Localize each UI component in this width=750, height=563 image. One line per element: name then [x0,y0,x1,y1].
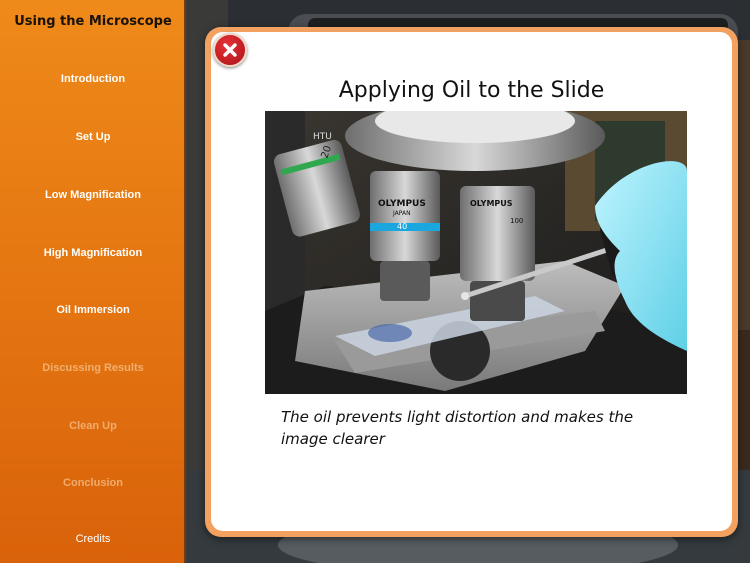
sidebar-title: Using the Microscope [14,14,172,29]
microscope-brand-text: HTU [313,132,332,142]
photo-caption: The oil prevents light distortion and ma… [281,408,634,448]
sidebar: Using the Microscope Introduction Set Up… [0,0,186,563]
sidebar-item-clean-up: Clean Up [69,420,117,432]
sidebar-item-oil-immersion[interactable]: Oil Immersion [0,304,186,316]
modal-title: Applying Oil to the Slide [338,78,605,103]
sidebar-item-set-up[interactable]: Set Up [0,131,186,143]
sidebar-item-conclusion: Conclusion [63,477,123,489]
objective-100-brand: OLYMPUS [470,199,513,208]
modal-dialog: Applying Oil to the Slide 20 OLYMPUS JAP… [205,27,738,537]
objective-100-mag: 100 [510,217,523,225]
sidebar-item-introduction[interactable]: Introduction [0,73,186,85]
microscope-oil-photo: 20 OLYMPUS JAPAN 40 OLYMPUS 100 HTU [265,111,687,394]
photo-illustration: 20 OLYMPUS JAPAN 40 OLYMPUS 100 HTU [265,111,687,394]
sidebar-item-credits[interactable]: Credits [0,533,186,545]
objective-40-brand: OLYMPUS [378,199,426,209]
modal-content: Applying Oil to the Slide 20 OLYMPUS JAP… [211,32,732,531]
objective-40-mag: 40 [397,222,407,231]
objective-40-sub: JAPAN [392,210,411,217]
sidebar-item-high-magnification[interactable]: High Magnification [0,247,186,259]
close-icon [223,43,237,57]
sidebar-item-discussing-results: Discussing Results [42,362,144,374]
sidebar-item-low-magnification[interactable]: Low Magnification [0,189,186,201]
close-button[interactable] [213,33,247,67]
